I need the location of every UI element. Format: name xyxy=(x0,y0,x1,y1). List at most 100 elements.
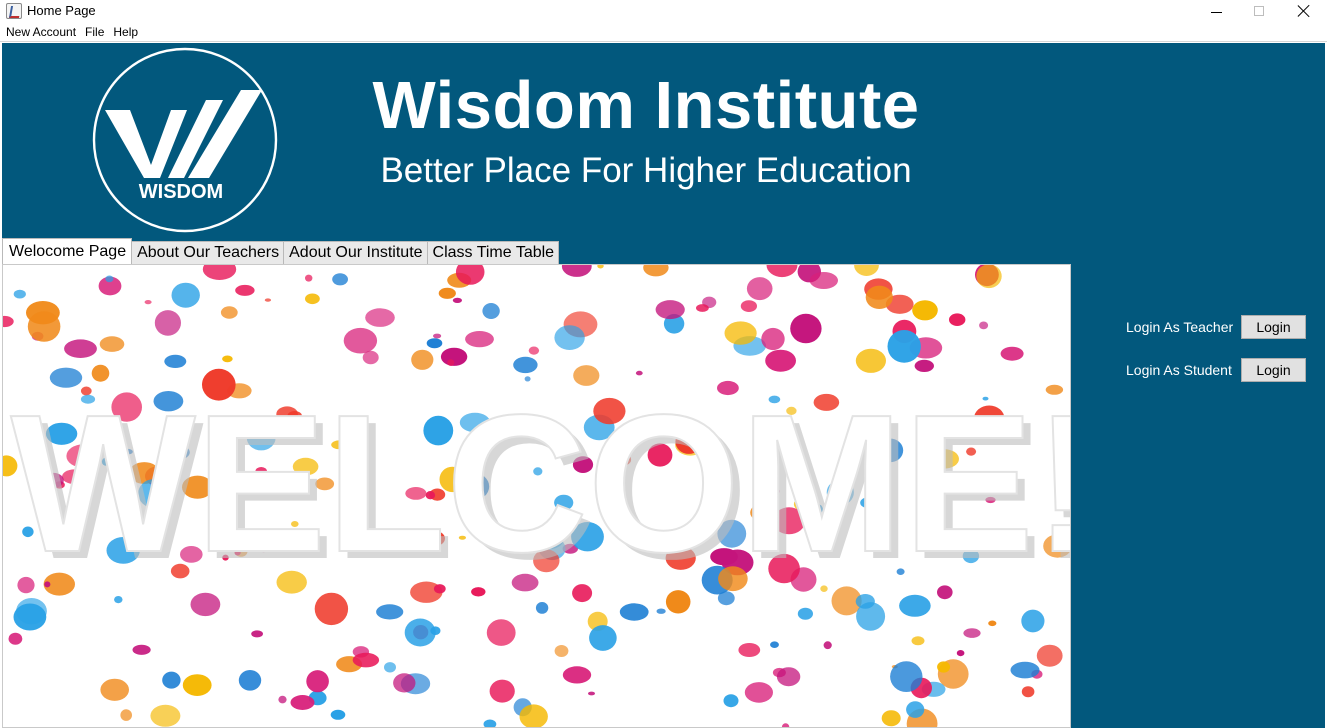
confetti-dot xyxy=(154,310,181,336)
window-title: Home Page xyxy=(27,3,96,18)
confetti-dot xyxy=(162,671,181,689)
confetti-dot xyxy=(770,641,779,648)
confetti-dot xyxy=(426,338,443,349)
close-icon xyxy=(1298,5,1310,17)
confetti-dot xyxy=(64,339,97,358)
confetti-dot xyxy=(8,632,23,645)
confetti-dot xyxy=(790,313,822,344)
confetti-dot xyxy=(330,709,346,720)
confetti-dot xyxy=(1036,644,1063,667)
confetti-dot xyxy=(305,274,313,282)
confetti-dot xyxy=(105,275,114,283)
confetti-dot xyxy=(914,359,934,372)
confetti-dot xyxy=(100,678,129,701)
welcome-image: WELCOME! WELCOME! xyxy=(3,265,1070,727)
confetti-dot xyxy=(238,670,262,691)
confetti-dot xyxy=(452,297,462,303)
confetti-dot xyxy=(797,607,814,620)
confetti-dot xyxy=(438,287,456,299)
confetti-dot xyxy=(182,674,212,696)
teacher-login-button[interactable]: Login xyxy=(1241,315,1306,339)
confetti-dot xyxy=(513,356,538,374)
confetti-dot xyxy=(738,643,761,657)
confetti-dot xyxy=(290,695,315,710)
confetti-dot xyxy=(906,701,925,718)
confetti-dot xyxy=(1000,346,1024,361)
student-login-button[interactable]: Login xyxy=(1241,358,1306,382)
confetti-dot xyxy=(404,618,436,647)
confetti-dot xyxy=(528,346,540,355)
menu-bar: New Account File Help xyxy=(0,22,1327,42)
confetti-dot xyxy=(746,277,773,301)
teacher-login-row: Login As Teacher Login xyxy=(1126,315,1306,339)
title-bar: Home Page xyxy=(0,0,1327,22)
confetti-dot xyxy=(132,644,151,655)
confetti-dot xyxy=(855,348,887,373)
confetti-dot xyxy=(332,273,348,286)
confetti-dot xyxy=(988,620,997,627)
tab-about-institute[interactable]: Adout Our Institute xyxy=(283,241,428,264)
confetti-dot xyxy=(482,303,500,319)
confetti-dot xyxy=(352,652,380,668)
confetti-dot xyxy=(120,709,132,721)
confetti-dot xyxy=(447,359,455,366)
java-cup-icon xyxy=(6,3,22,19)
confetti-dot xyxy=(171,282,200,308)
confetti-dot xyxy=(723,694,739,708)
confetti-dot xyxy=(956,650,965,657)
confetti-dot xyxy=(16,598,47,625)
confetti-dot xyxy=(588,691,595,696)
confetti-dot xyxy=(489,679,515,703)
confetti-dot xyxy=(376,604,404,620)
confetti-dot xyxy=(535,602,549,614)
confetti-dot xyxy=(823,641,832,650)
confetti-dot xyxy=(619,603,649,621)
confetti-dot xyxy=(150,704,181,727)
confetti-dot xyxy=(433,333,442,339)
confetti-dot xyxy=(486,619,516,646)
confetti-dot xyxy=(562,666,592,684)
confetti-dot xyxy=(144,300,152,305)
confetti-dot xyxy=(655,300,685,320)
confetti-dot xyxy=(1010,661,1040,679)
tab-class-time-table[interactable]: Class Time Table xyxy=(426,241,560,264)
institute-tagline: Better Place For Higher Education xyxy=(380,151,912,190)
teacher-login-label: Login As Teacher xyxy=(1126,319,1234,335)
logo-text: WISDOM xyxy=(139,181,223,203)
confetti-dot xyxy=(887,330,921,363)
confetti-dot xyxy=(554,645,569,657)
tab-about-teachers[interactable]: About Our Teachers xyxy=(131,241,285,264)
confetti-dot xyxy=(696,304,709,312)
confetti-dot xyxy=(365,308,395,327)
confetti-dot xyxy=(724,321,757,345)
menu-new-account[interactable]: New Account xyxy=(6,25,76,39)
confetti-dot xyxy=(278,695,287,704)
confetti-dot xyxy=(776,667,801,687)
confetti-dot xyxy=(856,602,886,631)
menu-file[interactable]: File xyxy=(85,25,104,39)
confetti-dot xyxy=(306,670,329,693)
confetti-dot xyxy=(1021,686,1035,698)
confetti-dot xyxy=(220,306,238,319)
confetti-dot xyxy=(27,311,61,342)
confetti-dot xyxy=(384,662,396,673)
confetti-dot xyxy=(865,285,893,309)
confetti-dot xyxy=(937,661,951,673)
confetti-dot xyxy=(765,349,796,372)
maximize-icon xyxy=(1254,6,1264,16)
confetti-dot xyxy=(222,355,233,363)
maximize-button[interactable] xyxy=(1236,0,1282,22)
tab-welcome-page[interactable]: Welocome Page xyxy=(2,238,133,264)
wisdom-logo: WISDOM xyxy=(92,47,278,233)
main-panel: WISDOM Wisdom Institute Better Place For… xyxy=(2,43,1325,728)
menu-help[interactable]: Help xyxy=(113,25,138,39)
close-button[interactable] xyxy=(1281,0,1327,22)
confetti-dot xyxy=(890,661,923,692)
confetti-dot xyxy=(264,298,271,302)
tab-content-welcome: WELCOME! WELCOME! xyxy=(2,264,1071,728)
minimize-button[interactable] xyxy=(1193,0,1239,22)
confetti-dot xyxy=(656,608,666,614)
confetti-dot xyxy=(411,349,434,370)
institute-title: Wisdom Institute xyxy=(372,68,920,143)
confetti-dot xyxy=(911,636,925,646)
